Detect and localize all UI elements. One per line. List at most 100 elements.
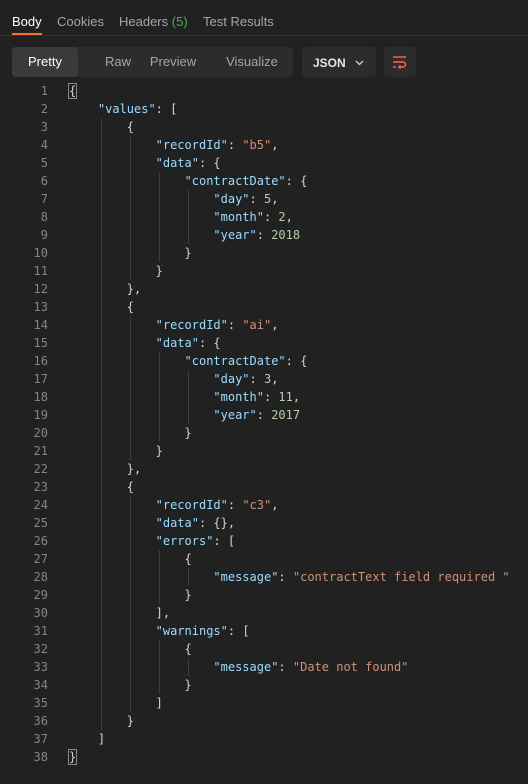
line-number: 34: [33, 678, 48, 692]
code-line: 11}: [0, 262, 528, 280]
line-number: 14: [33, 318, 48, 332]
json-key: "recordId": [155, 498, 228, 512]
view-preview-button[interactable]: Preview: [140, 47, 206, 77]
code-line: 23 {: [0, 478, 528, 496]
json-punctuation: }: [184, 246, 192, 260]
line-number: 28: [33, 570, 48, 584]
code-line-content: "day": 5,: [213, 190, 278, 208]
line-number: 11: [33, 264, 48, 278]
line-number: 8: [40, 210, 48, 224]
json-punctuation: : {: [285, 354, 308, 368]
code-line-content: ]: [156, 694, 163, 712]
code-line: 7 "day": 5,: [0, 190, 528, 208]
code-line: 35]: [0, 694, 528, 712]
line-number: 15: [33, 336, 48, 350]
json-punctuation: :: [249, 192, 264, 206]
code-line-content: }: [127, 712, 134, 730]
code-line-content: "values": [: [98, 100, 177, 118]
code-line-content: {: [127, 118, 134, 136]
line-number: 33: [33, 660, 48, 674]
line-number: 36: [33, 714, 48, 728]
json-punctuation: ,: [285, 210, 293, 224]
json-punctuation: :: [263, 390, 279, 404]
json-punctuation: :: [263, 210, 279, 224]
wrap-lines-button[interactable]: [384, 47, 416, 77]
code-line: 32 {: [0, 640, 528, 658]
json-punctuation: :: [256, 408, 272, 422]
tab-headers[interactable]: Headers (5): [119, 14, 188, 29]
code-line: 12},: [0, 280, 528, 298]
code-line-content: "year": 2018: [213, 226, 300, 244]
json-key: "year": [213, 408, 257, 422]
json-number: 2018: [271, 228, 301, 242]
tab-test-results[interactable]: Test Results: [203, 14, 274, 29]
code-line-content: "message": "contractText field required …: [213, 568, 509, 586]
code-line: 26 "errors": [: [0, 532, 528, 550]
line-number: 26: [33, 534, 48, 548]
json-key: "message": [213, 660, 279, 674]
tab-body[interactable]: Body: [12, 14, 42, 29]
line-number: 3: [40, 120, 48, 134]
json-key: "data": [155, 156, 199, 170]
line-number: 6: [40, 174, 48, 188]
code-line: 21}: [0, 442, 528, 460]
line-number: 13: [33, 300, 48, 314]
code-line-content: }: [185, 676, 192, 694]
view-mode-switcher: Pretty Raw Preview Visualize: [12, 47, 293, 77]
indent-guide: [129, 496, 131, 712]
json-punctuation: },: [126, 462, 142, 476]
json-punctuation: {: [184, 552, 192, 566]
indent-guide: [158, 172, 160, 262]
json-punctuation: :: [278, 660, 293, 674]
json-string: "Date not found": [292, 660, 409, 674]
json-punctuation: : {: [198, 156, 221, 170]
code-line-content: "day": 3,: [213, 370, 278, 388]
chevron-down-icon: [355, 60, 364, 66]
code-line-content: "data": {: [156, 334, 221, 352]
json-punctuation: {: [126, 300, 134, 314]
json-punctuation: : [: [155, 102, 178, 116]
json-punctuation: {: [184, 642, 192, 656]
code-line-content: {: [185, 640, 192, 658]
json-key: "contractDate": [184, 354, 286, 368]
tab-cookies[interactable]: Cookies: [57, 14, 104, 29]
json-punctuation: ,: [271, 318, 279, 332]
code-line: 6 "contractDate": {: [0, 172, 528, 190]
line-number: 32: [33, 642, 48, 656]
code-line-content: "recordId": "b5",: [156, 136, 279, 154]
code-line: 30],: [0, 604, 528, 622]
json-punctuation: : {},: [198, 516, 236, 530]
json-punctuation: ]: [155, 696, 163, 710]
view-pretty-button[interactable]: Pretty: [12, 47, 78, 77]
code-line: 3{: [0, 118, 528, 136]
json-key: "data": [155, 336, 199, 350]
code-line: 18 "month": 11,: [0, 388, 528, 406]
line-number: 17: [33, 372, 48, 386]
code-line: 8 "month": 2,: [0, 208, 528, 226]
tabs-divider: [0, 35, 528, 36]
format-dropdown[interactable]: JSON: [302, 47, 376, 77]
code-line-content: "data": {: [156, 154, 221, 172]
view-visualize-button[interactable]: Visualize: [216, 47, 288, 77]
line-number: 18: [33, 390, 48, 404]
json-punctuation: }: [184, 678, 192, 692]
code-line-content: "data": {},: [156, 514, 235, 532]
code-line: 9 "year": 2018: [0, 226, 528, 244]
code-line: 27 {: [0, 550, 528, 568]
response-code-viewer[interactable]: 1{2 "values": [3{4 "recordId": "b5", 5 "data…: [0, 82, 528, 772]
json-key: "warnings": [155, 624, 228, 638]
code-line: 36}: [0, 712, 528, 730]
code-line: 5 "data": {: [0, 154, 528, 172]
line-number: 4: [40, 138, 48, 152]
code-line-content: ]: [98, 730, 105, 748]
code-line: 28 "message": "contractText field require…: [0, 568, 528, 586]
code-line-content: {: [127, 298, 134, 316]
line-number: 10: [33, 246, 48, 260]
json-punctuation: }: [126, 714, 134, 728]
json-number: 11: [278, 390, 293, 404]
code-line: 20}: [0, 424, 528, 442]
json-key: "day": [213, 372, 250, 386]
indent-guide: [100, 118, 102, 730]
json-punctuation: {: [126, 480, 134, 494]
json-key: "year": [213, 228, 257, 242]
